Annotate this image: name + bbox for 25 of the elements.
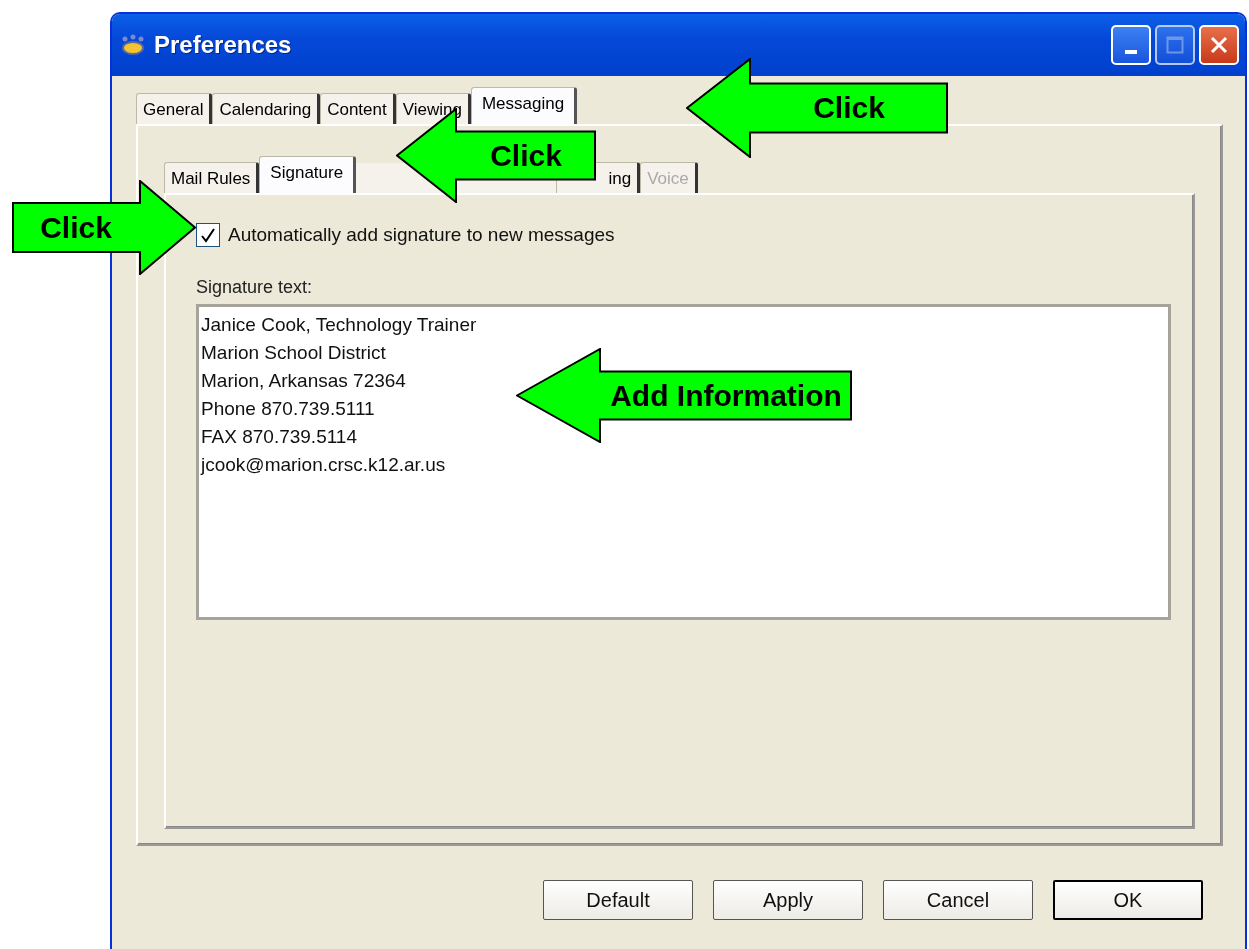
minimize-button[interactable] [1111, 25, 1151, 65]
checkbox-label: Automatically add signature to new messages [228, 224, 615, 246]
field-label: Signature text: [196, 277, 314, 298]
dialog-button[interactable]: Apply [713, 880, 863, 920]
close-icon [1210, 36, 1228, 54]
maximize-button[interactable] [1155, 25, 1195, 65]
tab[interactable]: General [136, 93, 213, 124]
tab[interactable]: Calendaring [212, 93, 321, 124]
tab[interactable]: Signature [259, 156, 357, 193]
tab[interactable]: Mail Rules [164, 162, 260, 193]
dialog-button[interactable]: OK [1053, 880, 1203, 920]
window-title: Preferences [154, 31, 293, 59]
dialog-button[interactable]: Default [543, 880, 693, 920]
close-button[interactable] [1199, 25, 1239, 65]
tab[interactable]: Messaging [470, 87, 578, 124]
checkbox[interactable] [196, 223, 220, 247]
callout-label: Click [40, 210, 112, 245]
maximize-icon [1166, 36, 1184, 54]
callout-label: Add Information [610, 378, 842, 413]
app-icon [120, 34, 146, 56]
check-icon [200, 227, 216, 243]
tab[interactable]: Content [320, 93, 396, 124]
callout-label: Click [813, 91, 885, 125]
minimize-icon [1125, 50, 1137, 54]
dialog-button[interactable]: Cancel [883, 880, 1033, 920]
